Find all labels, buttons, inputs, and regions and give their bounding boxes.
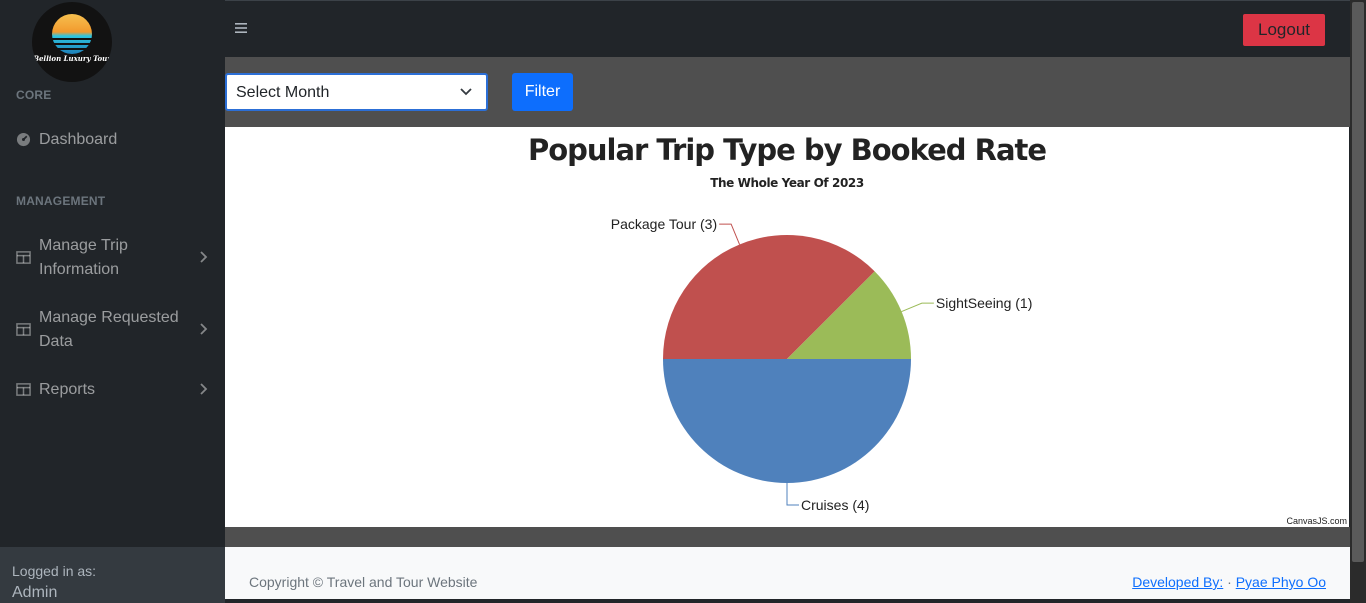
sidebar-item-dashboard[interactable]: Dashboard bbox=[0, 128, 225, 152]
sidebar-item-manage-trip-information[interactable]: Manage Trip Information bbox=[0, 234, 225, 282]
core-heading: CORE bbox=[16, 88, 52, 102]
sidebar-item-label: Manage Trip Information bbox=[39, 237, 128, 278]
sidebar-item-label: Reports bbox=[39, 381, 96, 398]
columns-icon bbox=[16, 323, 31, 336]
pie-label: Cruises (4) bbox=[801, 497, 869, 513]
sidebar-footer: Logged in as: Admin bbox=[0, 547, 225, 603]
page-scrollbar[interactable] bbox=[1350, 0, 1366, 603]
dashboard-icon bbox=[16, 132, 31, 147]
brand-logo[interactable]: Bellion Luxury Tour bbox=[32, 2, 112, 82]
canvasjs-credit[interactable]: CanvasJS.com bbox=[1286, 516, 1347, 526]
sidebar-item-label: Dashboard bbox=[39, 131, 118, 148]
brand-logo-text: Bellion Luxury Tour bbox=[33, 54, 111, 63]
top-navbar: Logout bbox=[225, 0, 1366, 57]
pie-label: Package Tour (3) bbox=[611, 216, 717, 232]
logout-button[interactable]: Logout bbox=[1243, 14, 1325, 46]
filter-button[interactable]: Filter bbox=[512, 73, 573, 111]
developer-name-link[interactable]: Pyae Phyo Oo bbox=[1236, 574, 1326, 590]
filter-bar: Select Month Filter bbox=[225, 57, 1350, 127]
chevron-right-icon bbox=[200, 383, 208, 395]
chart-subtitle: The Whole Year Of 2023 bbox=[710, 176, 864, 190]
copyright-text: Copyright © Travel and Tour Website bbox=[249, 574, 478, 590]
developed-by-link[interactable]: Developed By: bbox=[1132, 574, 1223, 590]
pie-leader-line bbox=[786, 483, 799, 506]
scrollbar-thumb[interactable] bbox=[1352, 2, 1364, 562]
columns-icon bbox=[16, 383, 31, 396]
logged-in-label: Logged in as: bbox=[12, 563, 97, 579]
management-heading: MANAGEMENT bbox=[16, 194, 106, 208]
sidebar: Bellion Luxury Tour CORE Dashboard MANAG… bbox=[0, 0, 225, 603]
chart-title: Popular Trip Type by Booked Rate bbox=[528, 133, 1046, 167]
developer-credit: Developed By: · Pyae Phyo Oo bbox=[1132, 574, 1326, 590]
hamburger-icon[interactable] bbox=[235, 22, 247, 34]
footer-separator: · bbox=[1227, 574, 1232, 590]
pie-leader-line bbox=[901, 302, 934, 313]
page-footer: Copyright © Travel and Tour Website Deve… bbox=[225, 547, 1350, 599]
chevron-right-icon bbox=[200, 251, 208, 263]
month-select[interactable]: Select Month bbox=[225, 73, 488, 111]
sidebar-item-reports[interactable]: Reports bbox=[0, 378, 225, 402]
chevron-down-icon bbox=[460, 88, 472, 96]
chevron-right-icon bbox=[200, 323, 208, 335]
pie-chart: Popular Trip Type by Booked Rate The Who… bbox=[528, 133, 1047, 513]
month-select-value: Select Month bbox=[236, 84, 330, 101]
pie-slice-cruises[interactable] bbox=[663, 359, 911, 483]
pie-leader-line bbox=[719, 223, 741, 245]
chart-container: Popular Trip Type by Booked Rate The Who… bbox=[225, 127, 1349, 527]
columns-icon bbox=[16, 251, 31, 264]
pie-label: SightSeeing (1) bbox=[936, 295, 1033, 311]
logged-in-user: Admin bbox=[12, 584, 58, 601]
sidebar-item-manage-requested-data[interactable]: Manage Requested Data bbox=[0, 306, 225, 354]
sidebar-item-label: Manage Requested Data bbox=[39, 309, 179, 350]
